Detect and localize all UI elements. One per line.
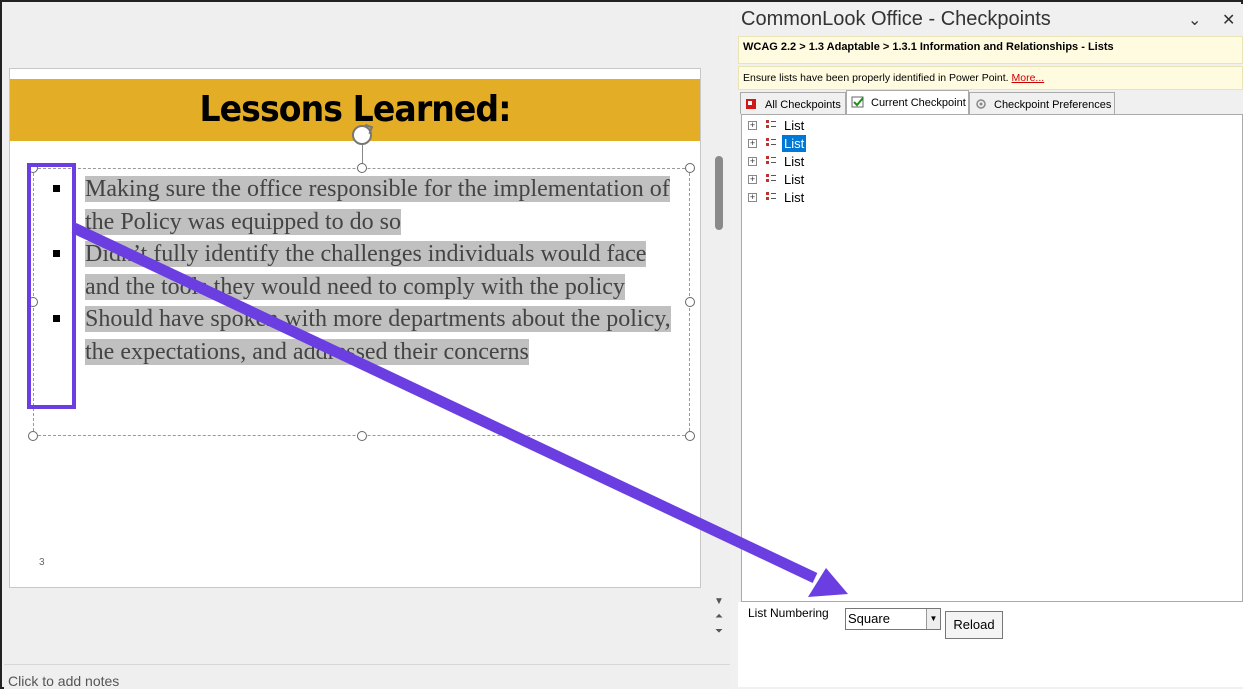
flag-icon [746, 99, 756, 109]
notes-pane[interactable]: Click to add notes [4, 664, 730, 689]
list-node-icon [766, 174, 776, 182]
breadcrumb: WCAG 2.2 > 1.3 Adaptable > 1.3.1 Informa… [738, 36, 1243, 64]
reload-button[interactable]: Reload [945, 611, 1003, 639]
more-link[interactable]: More... [1012, 72, 1045, 84]
bullet-item[interactable]: Didn’t fully identify the challenges ind… [30, 238, 680, 303]
tab-label: All Checkpoints [765, 99, 841, 111]
bullet-list[interactable]: Making sure the office responsible for t… [30, 173, 680, 368]
resize-handle-bm[interactable] [357, 431, 367, 441]
expand-icon[interactable]: + [748, 139, 757, 148]
expand-icon[interactable]: + [748, 157, 757, 166]
tab-checkpoint-preferences[interactable]: Checkpoint Preferences [969, 92, 1115, 114]
expand-icon[interactable]: + [748, 121, 757, 130]
bullet-item[interactable]: Making sure the office responsible for t… [30, 173, 680, 238]
tab-label: Checkpoint Preferences [994, 99, 1112, 111]
resize-handle-bl[interactable] [28, 431, 38, 441]
dropdown-arrow-icon[interactable]: ▼ [926, 609, 940, 629]
tab-all-checkpoints[interactable]: All Checkpoints [740, 92, 846, 114]
bullet-item[interactable]: Should have spoken with more departments… [30, 303, 680, 368]
list-node-icon [766, 138, 776, 146]
expand-icon[interactable]: + [748, 193, 757, 202]
square-bullet-icon [53, 185, 60, 192]
next-slide-icon[interactable]: ⏷ [712, 626, 726, 638]
resize-handle-br[interactable] [685, 431, 695, 441]
select-value: Square [848, 611, 890, 626]
settings-icon [976, 99, 986, 109]
tab-label: Current Checkpoint [871, 97, 966, 109]
chevron-down-icon[interactable]: ⌄ [1188, 10, 1201, 30]
resize-handle-tl[interactable] [28, 163, 38, 173]
list-node-icon [766, 120, 776, 128]
list-numbering-label: List Numbering [748, 606, 829, 620]
list-numbering-select[interactable]: Square ▼ [845, 608, 941, 630]
list-node-icon [766, 192, 776, 200]
list-node-icon [766, 156, 776, 164]
square-bullet-icon [53, 250, 60, 257]
close-icon[interactable]: ✕ [1222, 10, 1235, 30]
slide-editor: Lessons Learned: Making sure the office … [4, 4, 730, 689]
bullet-text: Making sure the office responsible for t… [85, 176, 670, 235]
slide-number: 3 [39, 557, 45, 568]
checkpoint-hint: Ensure lists have been properly identifi… [738, 66, 1243, 90]
checkmark-icon [851, 96, 864, 108]
tab-strip: All Checkpoints Current Checkpoint Check… [740, 90, 1243, 114]
resize-handle-mr[interactable] [685, 297, 695, 307]
checkpoints-pane: CommonLook Office - Checkpoints ⌄ ✕ WCAG… [730, 4, 1243, 689]
hint-text: Ensure lists have been properly identifi… [743, 72, 1009, 84]
tree-item-label[interactable]: List [782, 135, 807, 152]
square-bullet-icon [53, 315, 60, 322]
rotate-handle-icon[interactable] [352, 125, 372, 145]
tab-current-checkpoint[interactable]: Current Checkpoint [846, 90, 969, 114]
tree-item-label[interactable]: List [782, 171, 806, 188]
breadcrumb-text: WCAG 2.2 > 1.3 Adaptable > 1.3.1 Informa… [743, 41, 1114, 53]
pane-title: CommonLook Office - Checkpoints [741, 8, 1051, 30]
expand-icon[interactable]: + [748, 175, 757, 184]
vertical-scrollbar-thumb[interactable] [715, 156, 723, 230]
tree-item-label[interactable]: List [782, 189, 806, 206]
tree-item-label[interactable]: List [782, 117, 806, 134]
notes-placeholder[interactable]: Click to add notes [8, 673, 119, 689]
checkpoint-footer: List Numbering Square ▼ Reload [738, 602, 1243, 687]
previous-slide-icon[interactable]: ⏶ [712, 611, 726, 623]
bullet-text: Didn’t fully identify the challenges ind… [85, 241, 647, 300]
tree-item-label[interactable]: List [782, 153, 806, 170]
scroll-down-icon[interactable]: ▼ [712, 596, 726, 608]
bullet-text: Should have spoken with more departments… [85, 306, 671, 365]
list-tree[interactable]: + List + List + List + List + List [741, 114, 1243, 602]
window-frame: Lessons Learned: Making sure the office … [0, 0, 1243, 689]
slide-canvas[interactable]: Lessons Learned: Making sure the office … [9, 68, 701, 588]
resize-handle-tr[interactable] [685, 163, 695, 173]
resize-handle-tm[interactable] [357, 163, 367, 173]
